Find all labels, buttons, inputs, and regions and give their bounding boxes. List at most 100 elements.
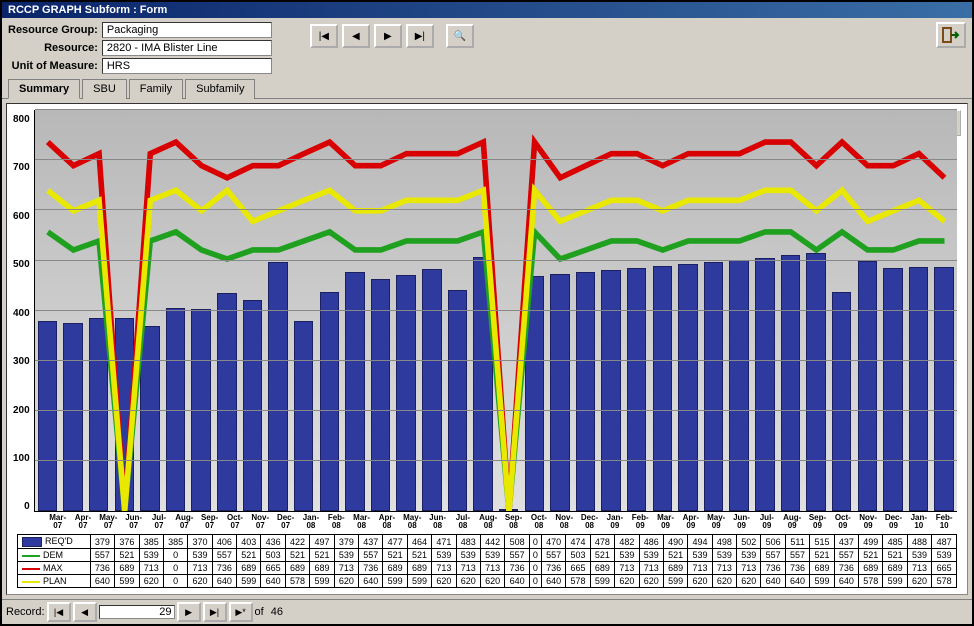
legend-value: 640 [90,575,114,588]
resource-field[interactable]: 2820 - IMA Blister Line [102,40,272,56]
legend-value: 370 [188,535,212,549]
exit-button[interactable] [936,22,966,48]
legend-value: 599 [590,575,614,588]
legend-value: 487 [932,535,957,549]
legend-value: 665 [932,562,957,575]
tab-family[interactable]: Family [129,79,183,99]
resource-group-field[interactable]: Packaging [102,22,272,38]
legend-value: 665 [566,562,590,575]
legend-value: 539 [334,549,358,562]
record-prev-button[interactable]: ◀ [73,602,97,622]
legend-value: 406 [212,535,236,549]
legend-value: 539 [907,549,931,562]
nav-next-button[interactable]: ▶ [374,24,402,48]
nav-first-button[interactable]: |◀ [310,24,338,48]
legend-value: 403 [237,535,261,549]
legend-value: 511 [785,535,809,549]
legend-value: 557 [212,549,236,562]
record-total: 46 [271,606,283,618]
x-tick: Jun-09 [729,512,754,530]
legend-value: 713 [481,562,505,575]
legend-value: 578 [859,575,883,588]
legend-value: 422 [285,535,309,549]
record-of-label: of [255,606,264,618]
nav-last-button[interactable]: ▶| [406,24,434,48]
legend-value: 539 [737,549,761,562]
legend-value: 599 [115,575,139,588]
x-tick: Feb-09 [628,512,653,530]
legend-value: 0 [529,535,541,549]
record-first-button[interactable]: |◀ [47,602,71,622]
legend-value: 713 [737,562,761,575]
x-tick: Nov-08 [552,512,577,530]
legend-value: 713 [615,562,639,575]
legend-value: 640 [761,575,785,588]
legend-value: 640 [261,575,285,588]
legend-value: 713 [456,562,480,575]
record-next-button[interactable]: ▶ [177,602,201,622]
legend-value: 713 [432,562,456,575]
legend-value: 620 [639,575,663,588]
x-tick: Nov-09 [856,512,881,530]
legend-value: 385 [139,535,163,549]
legend-value: 689 [383,562,407,575]
legend-value: 478 [590,535,614,549]
legend-value: 379 [90,535,114,549]
tab-sbu[interactable]: SBU [82,79,127,99]
x-tick: Mar-07 [45,512,70,530]
legend-value: 640 [541,575,565,588]
tab-summary[interactable]: Summary [8,79,80,99]
nav-prev-button[interactable]: ◀ [342,24,370,48]
record-navigator: Record: |◀ ◀ ▶ ▶| ▶* of 46 [2,599,972,624]
legend-value: 488 [907,535,931,549]
legend-value: 521 [310,549,334,562]
find-button[interactable]: 🔍 [446,24,474,48]
legend-value: 599 [663,575,687,588]
legend-value: 689 [407,562,431,575]
x-tick: Sep-07 [197,512,222,530]
chart-panel: 🖨 8007006005004003002001000 Mar-07Apr-07… [6,103,968,595]
record-last-button[interactable]: ▶| [203,602,227,622]
x-tick: Aug-09 [780,512,805,530]
x-tick: Feb-10 [931,512,956,530]
uom-field[interactable]: HRS [102,58,272,74]
legend-value: 483 [456,535,480,549]
x-tick: Jun-07 [121,512,146,530]
legend-value: 689 [285,562,309,575]
legend-value: 436 [261,535,285,549]
record-nav-group: |◀ ◀ ▶ ▶| 🔍 [310,24,474,48]
exit-door-icon [942,27,960,43]
legend-value: 620 [481,575,505,588]
legend-value: 578 [566,575,590,588]
legend-value: 494 [688,535,712,549]
resource-group-label: Resource Group: [8,22,98,38]
x-tick: Mar-08 [349,512,374,530]
tab-subfamily[interactable]: Subfamily [185,79,255,99]
legend-value: 736 [834,562,858,575]
tab-bar: SummarySBUFamilySubfamily [2,78,972,99]
legend-value: 736 [505,562,529,575]
window-title: RCCP GRAPH Subform : Form [2,2,972,18]
legend-value: 539 [188,549,212,562]
legend-name: DEM [18,549,91,562]
legend-value: 521 [590,549,614,562]
legend-value: 736 [541,562,565,575]
legend-value: 539 [932,549,957,562]
legend-value: 620 [615,575,639,588]
legend-value: 497 [310,535,334,549]
legend-value: 521 [883,549,907,562]
legend-value: 713 [139,562,163,575]
legend-value: 0 [163,549,187,562]
x-tick: Aug-07 [172,512,197,530]
legend-value: 689 [115,562,139,575]
legend-value: 557 [785,549,809,562]
legend-data-table: REQ'D37937638538537040640343642249737943… [17,534,957,588]
legend-value: 736 [785,562,809,575]
legend-name: MAX [18,562,91,575]
legend-value: 640 [212,575,236,588]
record-new-button[interactable]: ▶* [229,602,253,622]
legend-value: 689 [590,562,614,575]
legend-value: 474 [566,535,590,549]
legend-value: 620 [712,575,736,588]
record-number-input[interactable] [99,605,175,619]
